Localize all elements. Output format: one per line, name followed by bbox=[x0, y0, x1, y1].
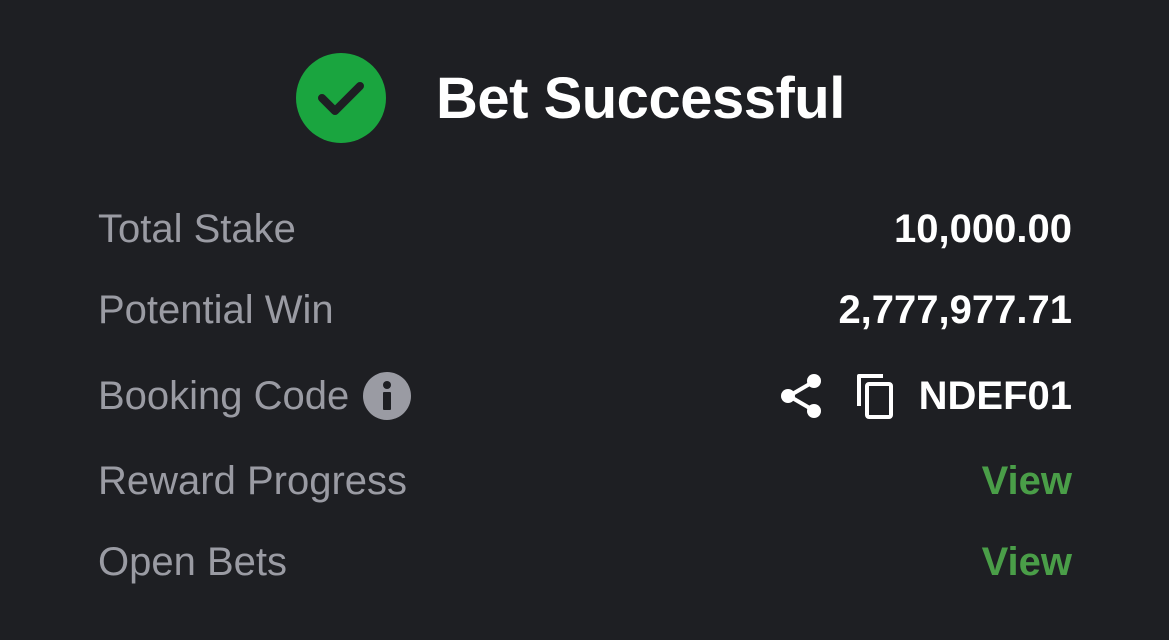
potential-win-label: Potential Win bbox=[98, 287, 334, 332]
booking-code-label: Booking Code bbox=[98, 373, 350, 418]
reward-progress-label: Reward Progress bbox=[98, 458, 408, 503]
total-stake-row: Total Stake 10,000.00 bbox=[98, 199, 1072, 259]
reward-progress-row: Reward Progress View bbox=[98, 451, 1072, 511]
reward-progress-view-link[interactable]: View bbox=[982, 459, 1072, 504]
booking-code-row: Booking Code NDEF01 bbox=[98, 366, 1072, 426]
booking-code-actions: NDEF01 bbox=[779, 372, 1072, 420]
copy-icon[interactable] bbox=[853, 372, 895, 420]
booking-code-value[interactable]: NDEF01 bbox=[919, 374, 1072, 419]
page-title: Bet Successful bbox=[436, 65, 845, 131]
potential-win-row: Potential Win 2,777,977.71 bbox=[98, 280, 1072, 340]
success-header: Bet Successful bbox=[296, 53, 845, 143]
bet-success-panel: Bet Successful Total Stake 10,000.00 Pot… bbox=[0, 0, 1169, 640]
open-bets-row: Open Bets View bbox=[98, 532, 1072, 592]
total-stake-label: Total Stake bbox=[98, 206, 296, 251]
info-icon[interactable] bbox=[363, 372, 412, 420]
share-icon[interactable] bbox=[779, 372, 823, 420]
open-bets-label: Open Bets bbox=[98, 539, 288, 584]
open-bets-view-link[interactable]: View bbox=[982, 540, 1072, 585]
total-stake-value: 10,000.00 bbox=[894, 206, 1072, 251]
check-circle-icon bbox=[296, 53, 386, 143]
booking-code-label-group: Booking Code bbox=[98, 372, 412, 420]
potential-win-value: 2,777,977.71 bbox=[838, 287, 1072, 332]
